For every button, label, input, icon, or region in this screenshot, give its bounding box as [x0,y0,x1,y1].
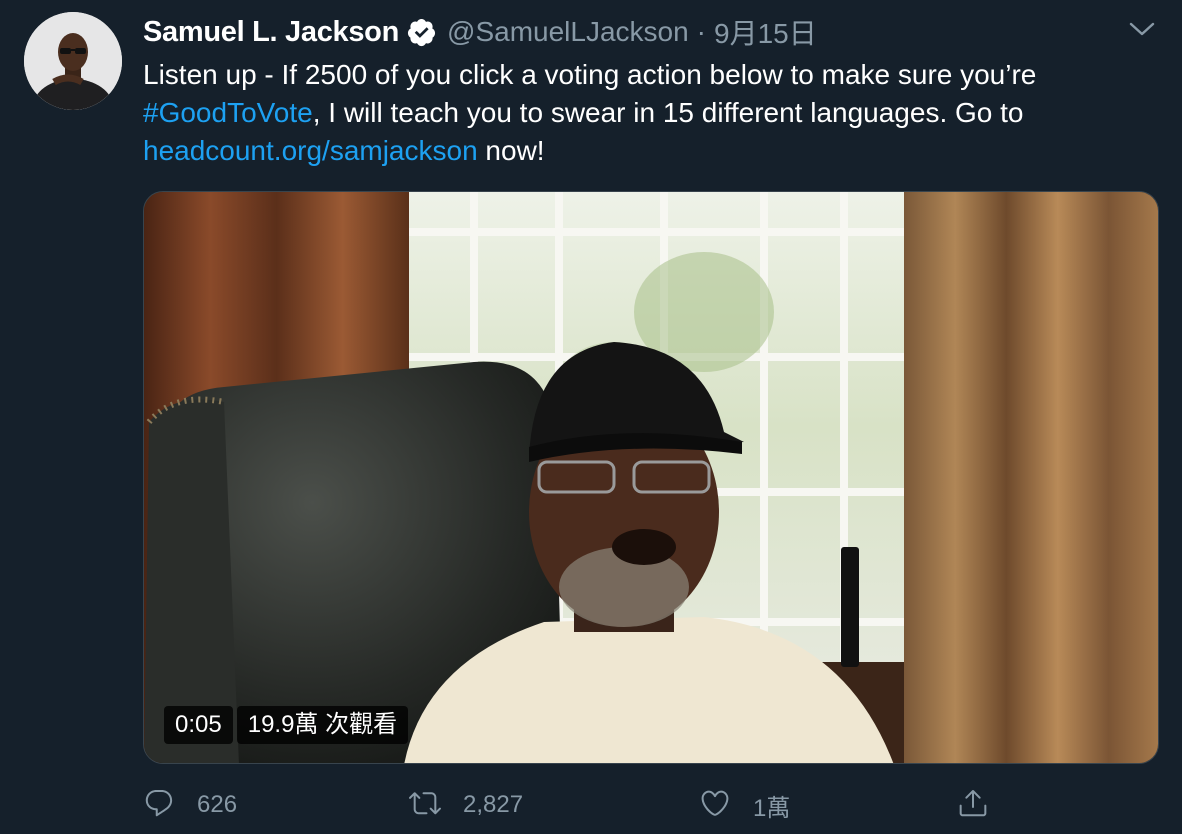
video-player[interactable]: 0:05 19.9萬 次觀看 [143,191,1159,764]
like-count: 1萬 [753,794,791,822]
tweet-text-part3: now! [477,135,545,166]
retweet-icon [409,787,441,824]
video-overlay: 0:05 19.9萬 次觀看 [164,706,409,744]
url-link[interactable]: headcount.org/samjackson [143,135,478,166]
tweet-date[interactable]: 9月15日 [714,12,817,52]
tweet-text-part1: Listen up - If 2500 of you click a votin… [143,59,1037,90]
action-bar: 626 2,827 1萬 [143,780,1159,830]
separator-dot: · [696,16,706,47]
chevron-down-icon[interactable] [1128,18,1156,40]
tweet-text: Listen up - If 2500 of you click a votin… [143,56,1153,170]
retweet-button[interactable]: 2,827 [409,780,523,830]
heart-icon [699,787,731,824]
video-time: 0:05 [164,706,233,744]
user-handle[interactable]: @SamuelLJackson [447,16,689,48]
tweet-header: Samuel L. Jackson @SamuelLJackson · 9月15… [143,12,817,52]
share-icon [957,787,989,824]
share-button[interactable] [957,780,989,830]
like-button[interactable]: 1萬 [699,780,790,830]
hashtag-link[interactable]: #GoodToVote [143,97,313,128]
verified-badge-icon [406,17,437,48]
tweet-card[interactable]: Samuel L. Jackson @SamuelLJackson · 9月15… [0,0,1182,834]
display-name[interactable]: Samuel L. Jackson [143,16,399,49]
retweet-count: 2,827 [463,791,524,818]
reply-button[interactable]: 626 [143,780,237,830]
video-views: 19.9萬 次觀看 [236,706,409,744]
avatar[interactable] [24,12,122,110]
tweet-text-part2: , I will teach you to swear in 15 differ… [312,97,1024,128]
video-frame [144,192,1158,763]
reply-icon [143,787,175,824]
reply-count: 626 [197,791,238,818]
